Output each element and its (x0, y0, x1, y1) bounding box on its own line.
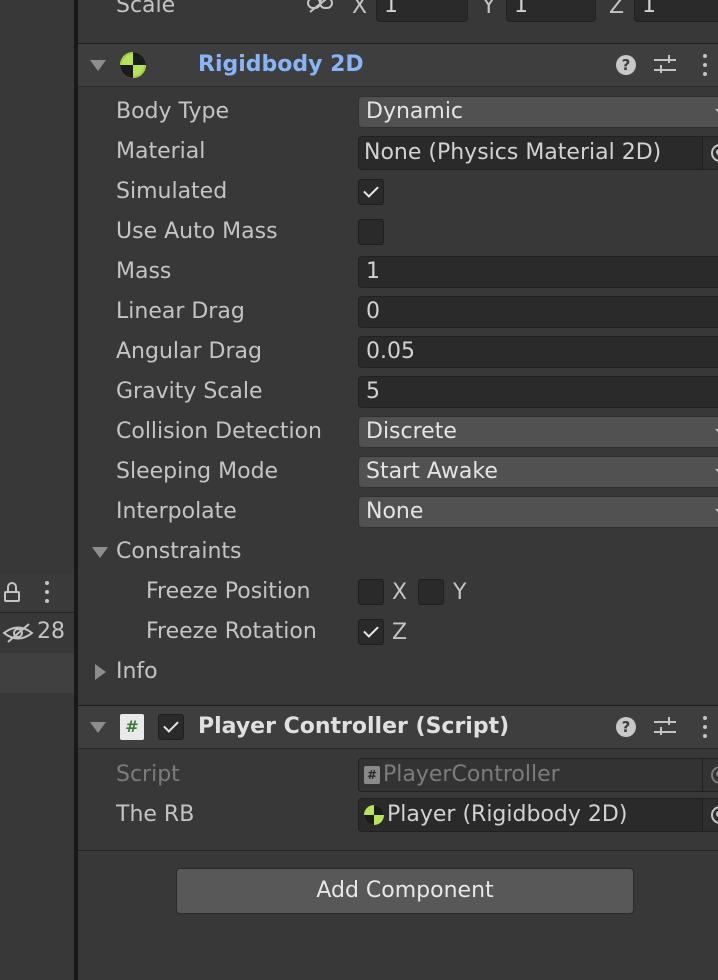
rigidbody-2d-header[interactable]: Rigidbody 2D ? (78, 43, 718, 87)
collision-detection-label: Collision Detection (116, 419, 323, 444)
preset-settings-icon[interactable] (654, 54, 676, 76)
component-menu-icon[interactable] (702, 54, 708, 76)
use-auto-mass-label: Use Auto Mass (116, 219, 278, 244)
unlinked-chain-icon[interactable] (306, 0, 334, 16)
freeze-position-y-checkbox[interactable] (418, 579, 444, 605)
script-icon: # (120, 714, 144, 740)
component-menu-icon[interactable] (702, 716, 708, 738)
use-auto-mass-checkbox[interactable] (358, 219, 384, 245)
sleeping-mode-label: Sleeping Mode (116, 459, 279, 484)
material-label: Material (116, 139, 206, 164)
the-rb-field[interactable]: Player (Rigidbody 2D) (358, 798, 718, 832)
scale-z-value: 1 (642, 0, 656, 18)
script-field: # PlayerController (358, 758, 718, 792)
info-foldout-icon[interactable] (95, 664, 106, 680)
constraints-label[interactable]: Constraints (116, 532, 242, 572)
freeze-rotation-z-label: Z (392, 620, 408, 645)
collision-detection-value: Discrete (366, 419, 457, 444)
linear-drag-field[interactable]: 0 (358, 296, 718, 328)
scale-x-field[interactable]: 1 (376, 0, 468, 22)
object-picker-icon[interactable] (702, 137, 718, 169)
add-component-button[interactable]: Add Component (176, 868, 634, 914)
sleeping-mode-dropdown[interactable]: Start Awake (358, 456, 718, 488)
material-value: None (Physics Material 2D) (364, 140, 662, 165)
gravity-scale-value: 5 (366, 379, 380, 404)
foldout-arrow-icon[interactable] (90, 60, 106, 71)
body-type-label: Body Type (116, 99, 230, 124)
freeze-position-x-label: X (392, 580, 408, 605)
player-controller-title: Player Controller (Script) (198, 714, 510, 739)
mass-label: Mass (116, 259, 172, 284)
hierarchy-panel-edge: 28 (0, 0, 74, 980)
collision-detection-dropdown[interactable]: Discrete (358, 416, 718, 448)
simulated-checkbox[interactable] (358, 179, 384, 205)
scale-x-value: 1 (384, 0, 398, 18)
interpolate-label: Interpolate (116, 499, 237, 524)
rigidbody-2d-title: Rigidbody 2D (198, 52, 364, 77)
freeze-rotation-label: Freeze Rotation (146, 619, 317, 644)
gravity-scale-label: Gravity Scale (116, 379, 263, 404)
the-rb-value: Player (Rigidbody 2D) (387, 802, 628, 827)
checkmark-icon (363, 182, 379, 198)
hierarchy-selected-row[interactable] (0, 653, 74, 693)
hidden-count: 28 (37, 619, 65, 644)
lock-icon[interactable] (4, 582, 22, 602)
mass-value: 1 (366, 259, 380, 284)
script-value: PlayerController (383, 762, 560, 787)
player-controller-header[interactable]: # Player Controller (Script) ? (78, 705, 718, 749)
object-picker-icon[interactable] (702, 799, 718, 831)
script-file-icon: # (364, 766, 380, 784)
inspector-panel: Scale X 1 Y 1 Z 1 Rigidbody 2D ? Body Ty… (78, 0, 718, 980)
scale-y-field[interactable]: 1 (506, 0, 596, 22)
scale-z-field[interactable]: 1 (634, 0, 718, 22)
checkmark-icon (163, 717, 179, 733)
angular-drag-label: Angular Drag (116, 339, 262, 364)
scale-label: Scale (116, 0, 176, 18)
linear-drag-value: 0 (366, 299, 380, 324)
interpolate-dropdown[interactable]: None (358, 496, 718, 528)
angular-drag-field[interactable]: 0.05 (358, 336, 718, 368)
scale-y-value: 1 (514, 0, 528, 18)
checkmark-icon (363, 622, 379, 638)
the-rb-label: The RB (116, 802, 195, 827)
hierarchy-toolbar (0, 574, 74, 610)
freeze-position-y-label: Y (453, 580, 467, 605)
body-type-value: Dynamic (366, 99, 464, 124)
rigidbody-2d-icon (364, 805, 384, 825)
preset-settings-icon[interactable] (654, 716, 676, 738)
section-divider (78, 850, 718, 851)
freeze-position-x-checkbox[interactable] (358, 579, 384, 605)
material-field[interactable]: None (Physics Material 2D) (358, 136, 718, 170)
help-icon[interactable]: ? (616, 717, 636, 737)
constraints-foldout-icon[interactable] (92, 547, 108, 558)
object-picker-icon (702, 759, 718, 791)
simulated-label: Simulated (116, 179, 228, 204)
angular-drag-value: 0.05 (366, 339, 415, 364)
scale-z-label[interactable]: Z (609, 0, 624, 19)
body-type-dropdown[interactable]: Dynamic (358, 96, 718, 128)
mass-field[interactable]: 1 (358, 256, 718, 288)
hidden-eye-icon[interactable] (2, 622, 34, 644)
hierarchy-visibility-row: 28 (0, 612, 74, 654)
gravity-scale-field[interactable]: 5 (358, 376, 718, 408)
freeze-rotation-z-checkbox[interactable] (358, 619, 384, 645)
linear-drag-label: Linear Drag (116, 299, 245, 324)
freeze-position-label: Freeze Position (146, 579, 311, 604)
scale-x-label[interactable]: X (352, 0, 367, 19)
player-controller-enabled-checkbox[interactable] (158, 714, 184, 740)
rigidbody-2d-icon (120, 52, 146, 78)
foldout-arrow-icon[interactable] (90, 722, 106, 733)
help-icon[interactable]: ? (616, 55, 636, 75)
scale-y-label[interactable]: Y (482, 0, 495, 19)
sleeping-mode-value: Start Awake (366, 459, 498, 484)
info-label[interactable]: Info (116, 652, 158, 692)
script-label: Script (116, 762, 180, 787)
interpolate-value: None (366, 499, 424, 524)
hierarchy-menu-icon[interactable] (44, 581, 50, 603)
